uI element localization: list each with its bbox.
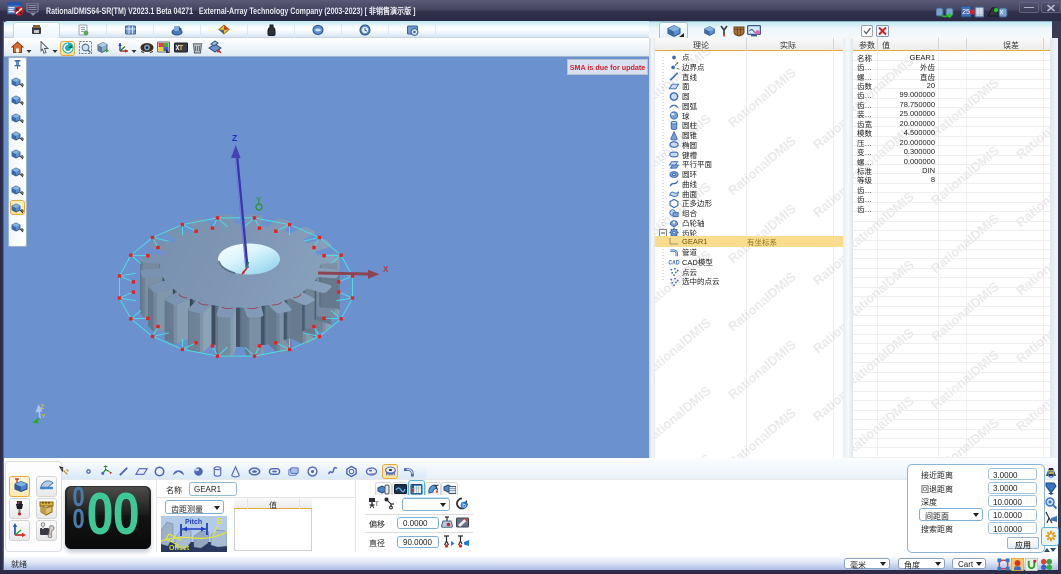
svg-text:Z: Z bbox=[40, 404, 44, 411]
svg-text:X: X bbox=[383, 265, 389, 274]
svg-text:Offset: Offset bbox=[169, 545, 190, 552]
svg-text:T: T bbox=[179, 45, 184, 52]
svg-text:Z: Z bbox=[232, 133, 237, 143]
svg-text:Y: Y bbox=[256, 196, 262, 205]
svg-text:D: D bbox=[217, 517, 223, 526]
svg-text:b: b bbox=[462, 503, 466, 510]
svg-text:25: 25 bbox=[962, 9, 970, 16]
svg-text:Y: Y bbox=[42, 414, 46, 420]
svg-text:T: T bbox=[375, 502, 379, 508]
svg-text:Pitch: Pitch bbox=[185, 519, 202, 526]
